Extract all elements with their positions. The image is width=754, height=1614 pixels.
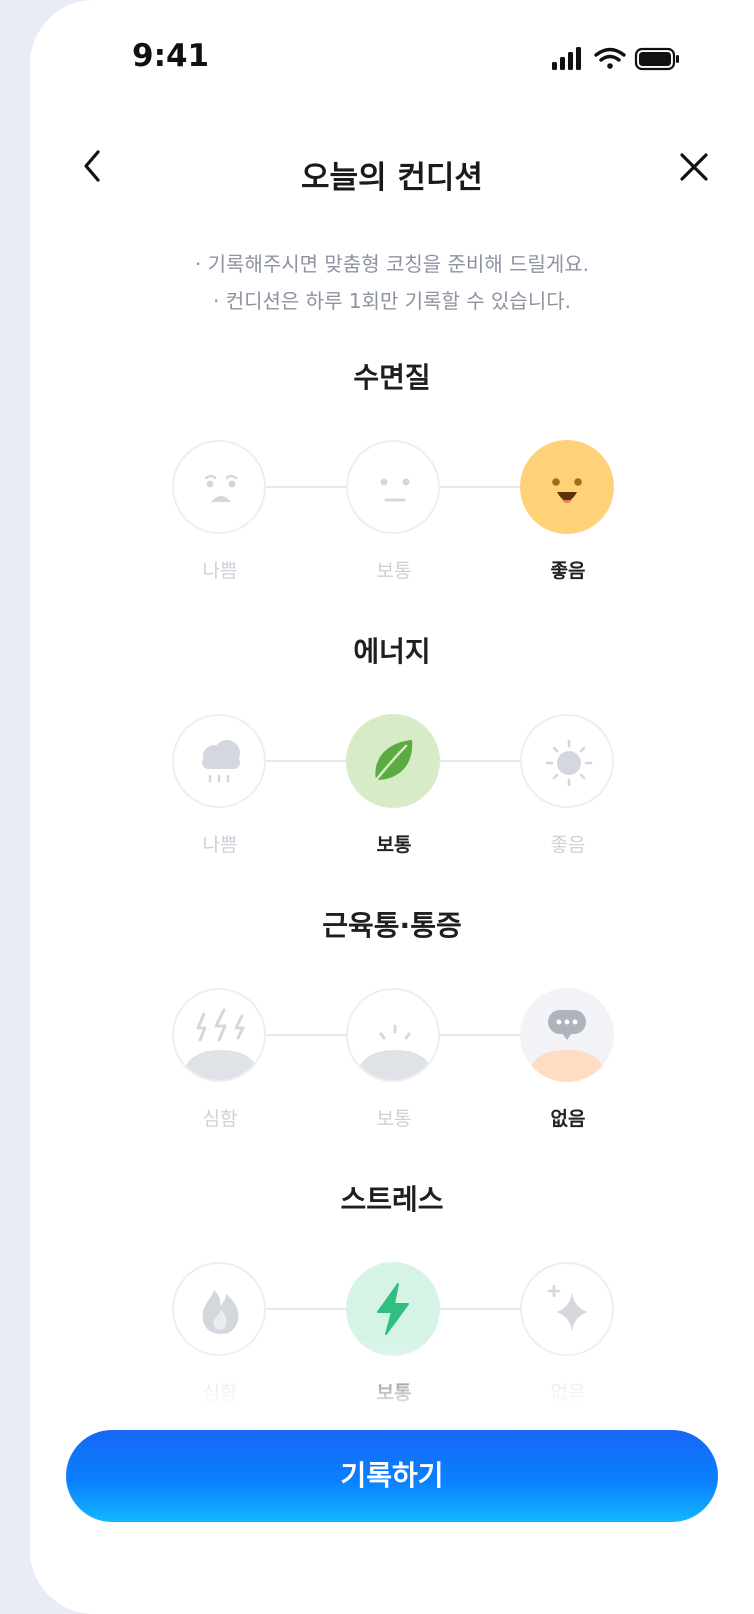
status-time: 9:41 (132, 38, 210, 74)
option-circle (172, 988, 266, 1082)
home-indicator-area (30, 1540, 754, 1614)
nav-bar: 오늘의 컨디션 (30, 128, 754, 208)
option-circle (172, 714, 266, 808)
connector-line (440, 486, 520, 488)
section-muscle-pain: 근육통·통증 심함 보통 없음 (30, 904, 754, 1144)
option-circle (520, 714, 614, 808)
rain-cloud-icon (202, 740, 240, 783)
option-circle-selected (520, 988, 614, 1082)
option-label: 나쁨 (202, 834, 238, 856)
connector-line (440, 1034, 520, 1036)
wifi-icon (594, 47, 626, 69)
sun-icon (545, 739, 593, 787)
option-label: 보통 (376, 1108, 412, 1130)
signal-icon (552, 47, 581, 70)
option-circle (346, 440, 440, 534)
option-label: 보통 (376, 560, 412, 582)
option-circle-selected (346, 714, 440, 808)
close-icon (680, 153, 708, 181)
bottom-fade (30, 1340, 754, 1430)
connector-line (266, 760, 346, 762)
no-pain-icon (528, 1010, 606, 1082)
notice-text: · 기록해주시면 맞춤형 코칭을 준비해 드릴게요. · 컨디션은 하루 1회만… (30, 246, 754, 320)
option-circle (172, 440, 266, 534)
section-title: 근육통·통증 (322, 909, 462, 942)
smile-face-icon (552, 478, 582, 503)
notice-line-1: · 기록해주시면 맞춤형 코칭을 준비해 드릴게요. (194, 252, 590, 276)
option-label: 심함 (202, 1108, 238, 1130)
page-title: 오늘의 컨디션 (301, 160, 483, 196)
leaf-icon (374, 740, 413, 782)
neutral-face-icon (380, 478, 410, 502)
section-title: 에너지 (353, 635, 431, 668)
section-title: 수면질 (353, 361, 431, 394)
close-button[interactable] (672, 142, 716, 190)
option-label: 없음 (550, 1108, 586, 1130)
connector-line (440, 760, 520, 762)
option-circle (346, 988, 440, 1082)
option-circle-selected (520, 440, 614, 534)
connector-line (266, 1034, 346, 1036)
option-label: 좋음 (550, 560, 586, 582)
status-bar: 9:41 (30, 0, 754, 120)
section-energy: 에너지 나쁨 보통 좋음 (30, 630, 754, 870)
mild-pain-icon (356, 1024, 434, 1080)
strong-pain-icon (182, 1008, 260, 1080)
connector-line (266, 1308, 346, 1310)
section-sleep-quality: 수면질 나쁨 보통 좋음 (30, 356, 754, 596)
record-button[interactable]: 기록하기 (66, 1430, 718, 1522)
sad-face-icon (204, 474, 238, 502)
connector-line (266, 486, 346, 488)
status-icons (550, 46, 690, 78)
option-label: 좋음 (550, 834, 586, 856)
notice-line-2: · 컨디션은 하루 1회만 기록할 수 있습니다. (213, 289, 571, 313)
battery-icon (634, 47, 679, 71)
section-title: 스트레스 (340, 1183, 444, 1216)
option-label: 나쁨 (202, 560, 238, 582)
connector-line (440, 1308, 520, 1310)
option-label: 보통 (376, 834, 412, 856)
phone-screen: 9:41 오늘의 컨디션 · 기록해주시면 맞춤형 코칭을 준비해 드릴게요. … (30, 0, 754, 1614)
